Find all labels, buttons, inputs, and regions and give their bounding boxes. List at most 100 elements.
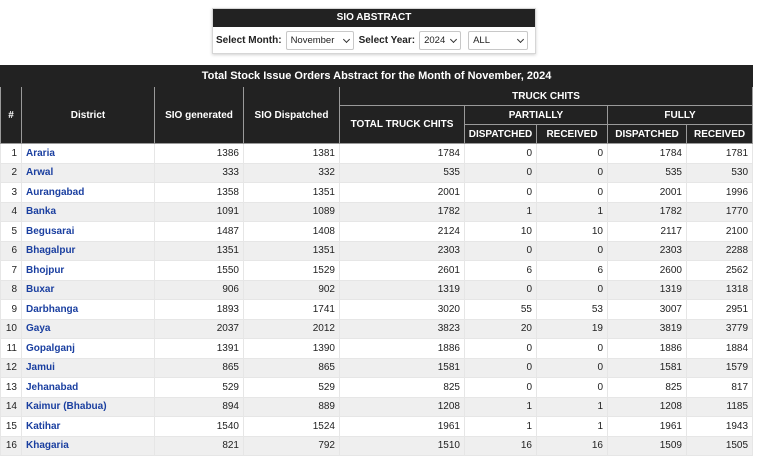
sio-generated-cell: 894: [154, 396, 244, 417]
district-link[interactable]: Bhojpur: [21, 260, 155, 281]
sio-dispatched-cell: 792: [243, 435, 340, 456]
partially-dispatched-cell: 0: [464, 182, 537, 203]
table-row: 11 Gopalganj 1391 1390 1886 0 0 1886 1884: [0, 338, 754, 359]
district-link[interactable]: Buxar: [21, 279, 155, 300]
table-row: 1 Araria 1386 1381 1784 0 0 1784 1781: [0, 143, 754, 164]
table-row: 15 Katihar 1540 1524 1961 1 1 1961 1943: [0, 416, 754, 437]
partially-received-cell: 0: [536, 357, 608, 378]
table-row: 2 Arwal 333 332 535 0 0 535 530: [0, 162, 754, 183]
district-link[interactable]: Katihar: [21, 416, 155, 437]
year-select[interactable]: 2024: [419, 30, 462, 50]
header-district: District: [21, 86, 155, 144]
district-link[interactable]: Begusarai: [21, 221, 155, 242]
sio-generated-cell: 1091: [154, 201, 244, 222]
partially-dispatched-cell: 16: [464, 435, 537, 456]
district-link[interactable]: Gopalganj: [21, 338, 155, 359]
table-row: 4 Banka 1091 1089 1782 1 1 1782 1770: [0, 201, 754, 222]
partially-received-cell: 1: [536, 201, 608, 222]
total-truck-chits-cell: 1319: [339, 279, 465, 300]
partially-received-cell: 16: [536, 435, 608, 456]
fully-dispatched-cell: 3007: [607, 299, 687, 320]
district-link[interactable]: Arwal: [21, 162, 155, 183]
table-row: 9 Darbhanga 1893 1741 3020 55 53 3007 2951: [0, 299, 754, 320]
partially-dispatched-cell: 1: [464, 396, 537, 417]
header-total-truck-chits: TOTAL TRUCK CHITS: [339, 105, 465, 144]
row-index: 15: [0, 416, 22, 437]
fully-received-cell: 1579: [685, 357, 754, 378]
partially-dispatched-cell: 0: [464, 338, 537, 359]
scope-select[interactable]: ALL: [468, 30, 529, 50]
total-truck-chits-cell: 1782: [339, 201, 465, 222]
fully-dispatched-cell: 2600: [607, 260, 687, 281]
header-fully-dispatched: DISPATCHED: [607, 124, 687, 144]
fully-received-cell: 1505: [685, 435, 754, 456]
partially-dispatched-cell: 0: [464, 143, 537, 164]
partially-received-cell: 0: [536, 143, 608, 164]
partially-dispatched-cell: 10: [464, 221, 537, 242]
partially-received-cell: 53: [536, 299, 608, 320]
sio-abstract-table-container: Total Stock Issue Orders Abstract for th…: [0, 65, 754, 456]
fully-received-cell: 1770: [685, 201, 754, 222]
district-link[interactable]: Jehanabad: [21, 377, 155, 398]
fully-dispatched-cell: 3819: [607, 318, 687, 339]
partially-received-cell: 0: [536, 279, 608, 300]
sio-dispatched-cell: 902: [243, 279, 340, 300]
partially-received-cell: 6: [536, 260, 608, 281]
district-link[interactable]: Aurangabad: [21, 182, 155, 203]
district-link[interactable]: Gaya: [21, 318, 155, 339]
fully-dispatched-cell: 1784: [607, 143, 687, 164]
fully-received-cell: 1318: [685, 279, 754, 300]
chevron-down-icon: [517, 35, 525, 43]
row-index: 3: [0, 182, 22, 203]
total-truck-chits-cell: 1886: [339, 338, 465, 359]
sio-generated-cell: 1391: [154, 338, 244, 359]
table-body: 1 Araria 1386 1381 1784 0 0 1784 1781 2 Arwal 333 33…: [0, 143, 754, 456]
row-index: 11: [0, 338, 22, 359]
fully-received-cell: 1943: [685, 416, 754, 437]
district-link[interactable]: Khagaria: [21, 435, 155, 456]
sio-generated-cell: 865: [154, 357, 244, 378]
scope-select-value: ALL: [473, 34, 490, 46]
total-truck-chits-cell: 2303: [339, 240, 465, 261]
sio-dispatched-cell: 1381: [243, 143, 340, 164]
partially-received-cell: 10: [536, 221, 608, 242]
total-truck-chits-cell: 1510: [339, 435, 465, 456]
fully-received-cell: 530: [685, 162, 754, 183]
table-row: 5 Begusarai 1487 1408 2124 10 10 2117 2100: [0, 221, 754, 242]
month-select[interactable]: November: [285, 30, 354, 50]
row-index: 6: [0, 240, 22, 261]
sio-dispatched-cell: 2012: [243, 318, 340, 339]
district-link[interactable]: Jamui: [21, 357, 155, 378]
sio-dispatched-cell: 332: [243, 162, 340, 183]
district-link[interactable]: Araria: [21, 143, 155, 164]
district-link[interactable]: Banka: [21, 201, 155, 222]
fully-dispatched-cell: 825: [607, 377, 687, 398]
header-fully: FULLY: [606, 105, 754, 125]
sio-dispatched-cell: 865: [243, 357, 340, 378]
sio-generated-cell: 906: [154, 279, 244, 300]
row-index: 4: [0, 201, 22, 222]
header-sio-generated: SIO generated: [154, 86, 244, 144]
header-partially: PARTIALLY: [464, 105, 608, 125]
fully-dispatched-cell: 2001: [607, 182, 687, 203]
district-link[interactable]: Darbhanga: [21, 299, 155, 320]
sio-generated-cell: 333: [154, 162, 244, 183]
table-row: 14 Kaimur (Bhabua) 894 889 1208 1 1 1208 1185: [0, 396, 754, 417]
district-link[interactable]: Kaimur (Bhabua): [21, 396, 155, 417]
partially-dispatched-cell: 0: [464, 279, 537, 300]
partially-dispatched-cell: 0: [464, 377, 537, 398]
month-label: Select Month:: [216, 34, 282, 46]
total-truck-chits-cell: 3020: [339, 299, 465, 320]
total-truck-chits-cell: 2001: [339, 182, 465, 203]
fully-dispatched-cell: 2117: [607, 221, 687, 242]
table-row: 13 Jehanabad 529 529 825 0 0 825 817: [0, 377, 754, 398]
row-index: 16: [0, 435, 22, 456]
year-select-value: 2024: [424, 34, 446, 46]
partially-dispatched-cell: 6: [464, 260, 537, 281]
district-link[interactable]: Bhagalpur: [21, 240, 155, 261]
row-index: 5: [0, 221, 22, 242]
partially-received-cell: 1: [536, 416, 608, 437]
sio-dispatched-cell: 1408: [243, 221, 340, 242]
fully-received-cell: 1781: [685, 143, 754, 164]
partially-dispatched-cell: 0: [464, 162, 537, 183]
